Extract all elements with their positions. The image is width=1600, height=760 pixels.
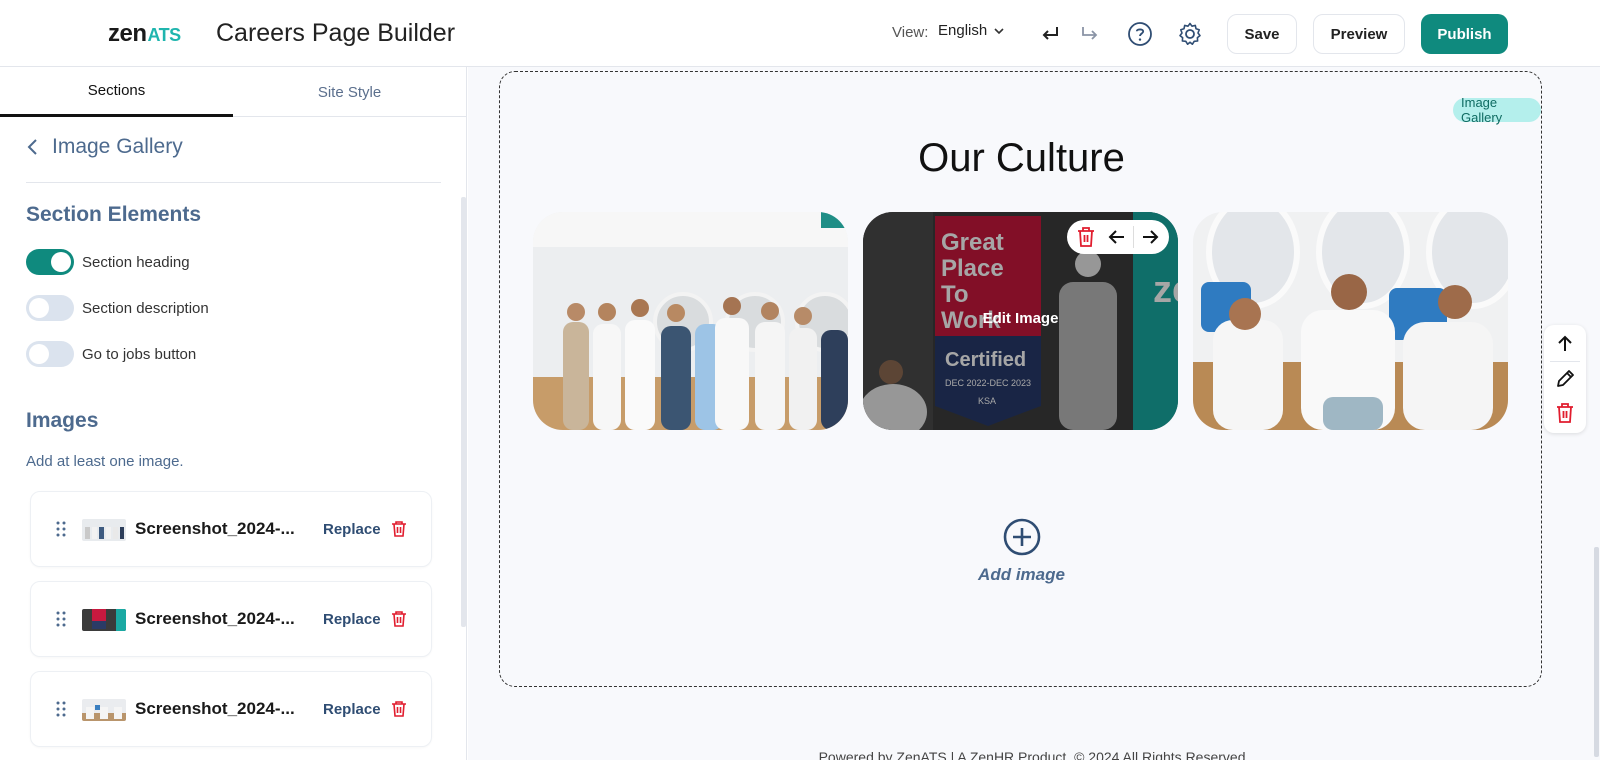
gallery-heading: Our Culture [918,136,1125,180]
add-image-label: Add image [978,565,1065,584]
section-tools [1544,325,1586,433]
toggle-knob [29,298,49,318]
help-icon[interactable] [1126,20,1154,48]
tab-site-style[interactable]: Site Style [233,67,466,117]
back-to-sections[interactable]: Image Gallery [26,135,183,159]
image-file-name: Screenshot_2024-... [135,699,295,718]
tab-sections[interactable]: Sections [0,67,233,117]
trash-icon[interactable] [391,700,407,718]
canvas-scrollbar[interactable] [1594,547,1599,757]
arrow-up-icon [1558,335,1572,351]
images-help-text: Add at least one image. [26,453,184,470]
replace-image-button[interactable]: Replace [323,611,381,628]
language-value: English [938,22,988,39]
image-toolbar [1067,220,1169,254]
tools-divider [1550,361,1580,362]
preview-button[interactable]: Preview [1313,14,1405,54]
view-label: View: [892,24,929,41]
replace-image-button[interactable]: Replace [323,701,381,718]
section-heading-toggle[interactable] [26,249,74,275]
image-list-item: Screenshot_2024-... Replace [30,671,432,747]
section-elements-heading: Section Elements [26,203,202,226]
image-gallery-section[interactable]: Image Gallery Our Culture Great Place To… [499,71,1542,687]
toggle-row-section-heading: Section heading [26,249,190,275]
undo-icon[interactable] [1036,20,1064,48]
team-seated-photo [1193,212,1508,430]
sidebar-panel: Sections Site Style Image Gallery Sectio… [0,67,467,760]
image-thumbnail [82,609,126,631]
toggle-row-go-to-jobs: Go to jobs button [26,341,196,367]
pencil-icon [1557,370,1574,387]
move-section-up-button[interactable] [1551,330,1579,358]
team-photo [533,212,848,430]
settings-gear-icon[interactable] [1176,20,1204,48]
publish-button[interactable]: Publish [1421,14,1508,54]
arrow-right-icon [1142,230,1159,244]
move-right-button[interactable] [1135,223,1165,251]
delete-image-button[interactable] [1071,223,1101,251]
section-description-toggle[interactable] [26,295,74,321]
gallery-image-1[interactable] [533,212,848,430]
redo-icon[interactable] [1076,20,1104,48]
toggle-label: Section description [82,299,209,317]
plus-circle-icon [1003,518,1040,556]
gallery-image-3[interactable] [1193,212,1508,430]
save-button[interactable]: Save [1227,14,1297,54]
delete-section-button[interactable] [1551,399,1579,427]
image-list-item: Screenshot_2024-... Replace [30,581,432,657]
edit-image-button[interactable]: Edit Image [863,310,1178,327]
trash-icon [1557,403,1573,423]
trash-icon[interactable] [391,520,407,538]
edit-section-button[interactable] [1551,365,1579,393]
image-file-name: Screenshot_2024-... [135,519,295,538]
move-left-button[interactable] [1102,223,1132,251]
sidebar-scrollbar[interactable] [461,197,466,627]
divider [26,182,441,183]
toggle-label: Section heading [82,253,190,271]
section-type-badge: Image Gallery [1453,95,1541,125]
language-select[interactable]: English [938,22,1005,39]
toggle-knob [51,252,71,272]
drag-handle-icon[interactable] [55,610,67,628]
image-file-name: Screenshot_2024-... [135,609,295,628]
go-to-jobs-toggle[interactable] [26,341,74,367]
images-heading: Images [26,409,99,432]
toggle-knob [29,344,49,364]
drag-handle-icon[interactable] [55,700,67,718]
page-canvas: Image Gallery Our Culture Great Place To… [468,67,1600,760]
chevron-down-icon [994,27,1004,34]
toggle-label: Go to jobs button [82,345,197,363]
arrow-left-icon [1108,230,1125,244]
trash-icon [1078,227,1095,247]
gallery-image-2[interactable]: Great Place To Work Certified DEC 2022-D… [863,212,1178,430]
page-footer: Powered by ZenATS | A ZenHR Product. © 2… [818,749,1250,760]
chevron-left-icon [27,139,37,155]
trash-icon[interactable] [391,610,407,628]
add-image-button[interactable]: Add image [500,517,1543,585]
app-title: Careers Page Builder [216,19,456,47]
zenats-logo[interactable]: zenATS [108,20,181,48]
drag-handle-icon[interactable] [55,520,67,538]
image-thumbnail [82,699,126,721]
panel-title: Image Gallery [52,135,183,158]
toggle-row-section-description: Section description [26,295,209,321]
image-list-item: Screenshot_2024-... Replace [30,491,432,567]
sidebar-tabs: Sections Site Style [0,67,466,117]
replace-image-button[interactable]: Replace [323,521,381,538]
top-bar: zenATS Careers Page Builder View: Englis… [0,0,1600,67]
image-thumbnail [82,519,126,541]
